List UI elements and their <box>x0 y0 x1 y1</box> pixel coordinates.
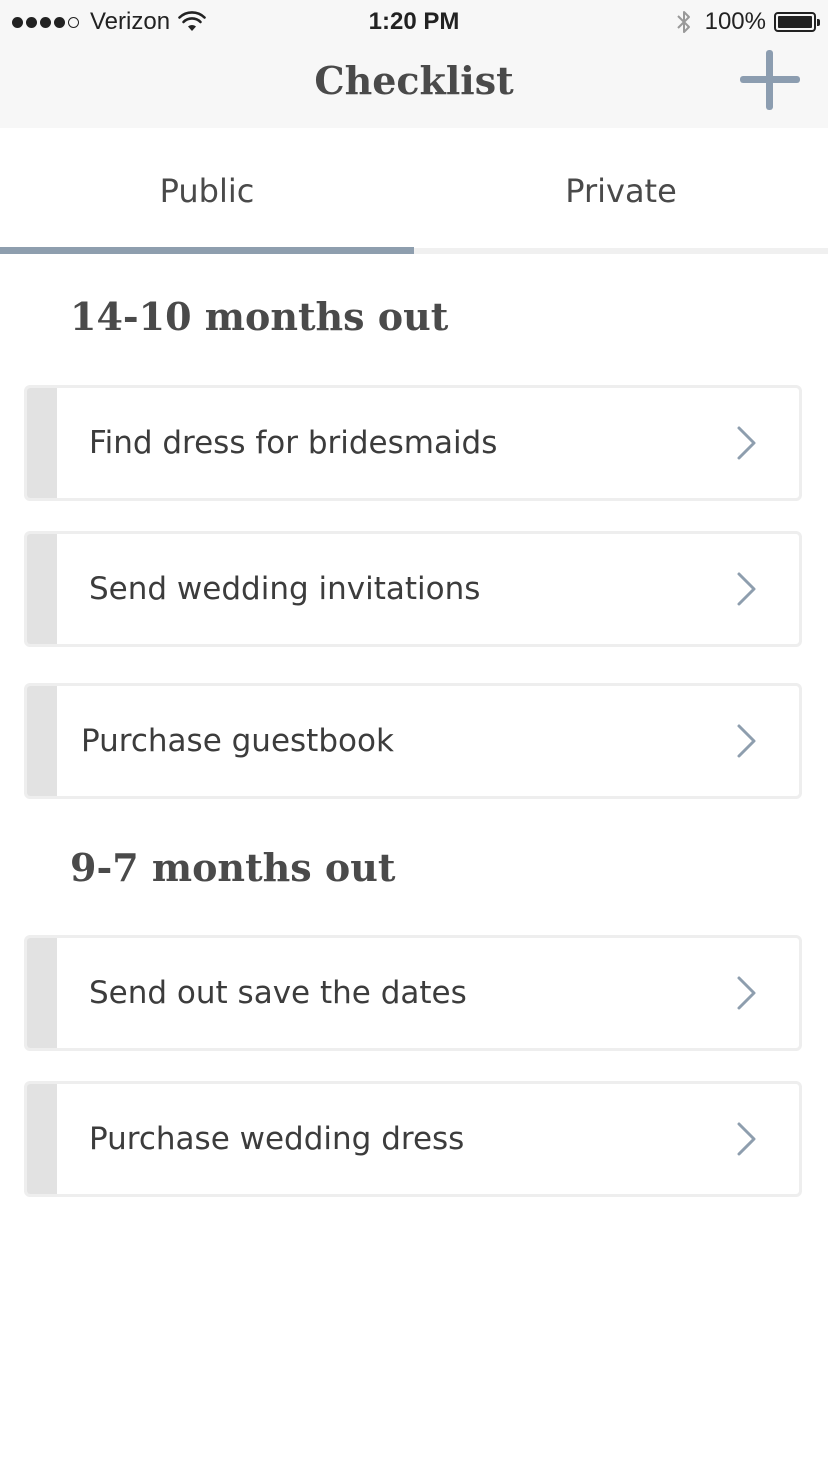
section-title: 9-7 months out <box>70 845 396 890</box>
tab-private[interactable]: Private <box>414 128 828 254</box>
chevron-right-icon <box>737 976 756 1010</box>
bluetooth-icon <box>676 11 690 33</box>
tab-indicator <box>414 248 828 254</box>
item-status-strip <box>27 534 57 644</box>
checklist-item-label: Send wedding invitations <box>89 571 481 607</box>
battery-fill <box>778 16 812 28</box>
checklist-item[interactable]: Send wedding invitations <box>24 531 802 647</box>
add-button[interactable] <box>738 48 802 112</box>
tab-label: Public <box>159 172 255 210</box>
page-title: Checklist <box>314 58 514 103</box>
battery-icon <box>774 12 820 32</box>
checklist-item-label: Purchase wedding dress <box>89 1121 465 1157</box>
chevron-right-icon <box>737 572 756 606</box>
tab-indicator-active <box>0 247 414 254</box>
chevron-right-icon <box>737 724 756 758</box>
item-status-strip <box>27 1084 57 1194</box>
checklist-item-label: Find dress for bridesmaids <box>89 425 498 461</box>
battery-percentage: 100% <box>704 8 766 35</box>
tab-label: Private <box>565 172 677 210</box>
status-right: 100% <box>675 8 820 36</box>
status-bar: Verizon 1:20 PM 100% <box>0 0 828 44</box>
section-title: 14-10 months out <box>70 294 449 339</box>
navigation-bar: Checklist <box>0 44 828 128</box>
checklist-item-label: Send out save the dates <box>89 975 467 1011</box>
chevron-right-icon <box>737 426 756 460</box>
item-status-strip <box>27 938 57 1048</box>
tab-bar: Public Private <box>0 128 828 254</box>
checklist-item[interactable]: Find dress for bridesmaids <box>24 385 802 501</box>
checklist-item-label: Purchase guestbook <box>81 723 394 759</box>
checklist-item[interactable]: Send out save the dates <box>24 935 802 1051</box>
chevron-right-icon <box>737 1122 756 1156</box>
item-status-strip <box>27 388 57 498</box>
checklist-item[interactable]: Purchase wedding dress <box>24 1081 802 1197</box>
item-status-strip <box>27 686 57 796</box>
checklist-item[interactable]: Purchase guestbook <box>24 683 802 799</box>
top-area: Verizon 1:20 PM 100% Checklist <box>0 0 828 128</box>
battery-cap <box>817 19 820 26</box>
tab-public[interactable]: Public <box>0 128 414 254</box>
